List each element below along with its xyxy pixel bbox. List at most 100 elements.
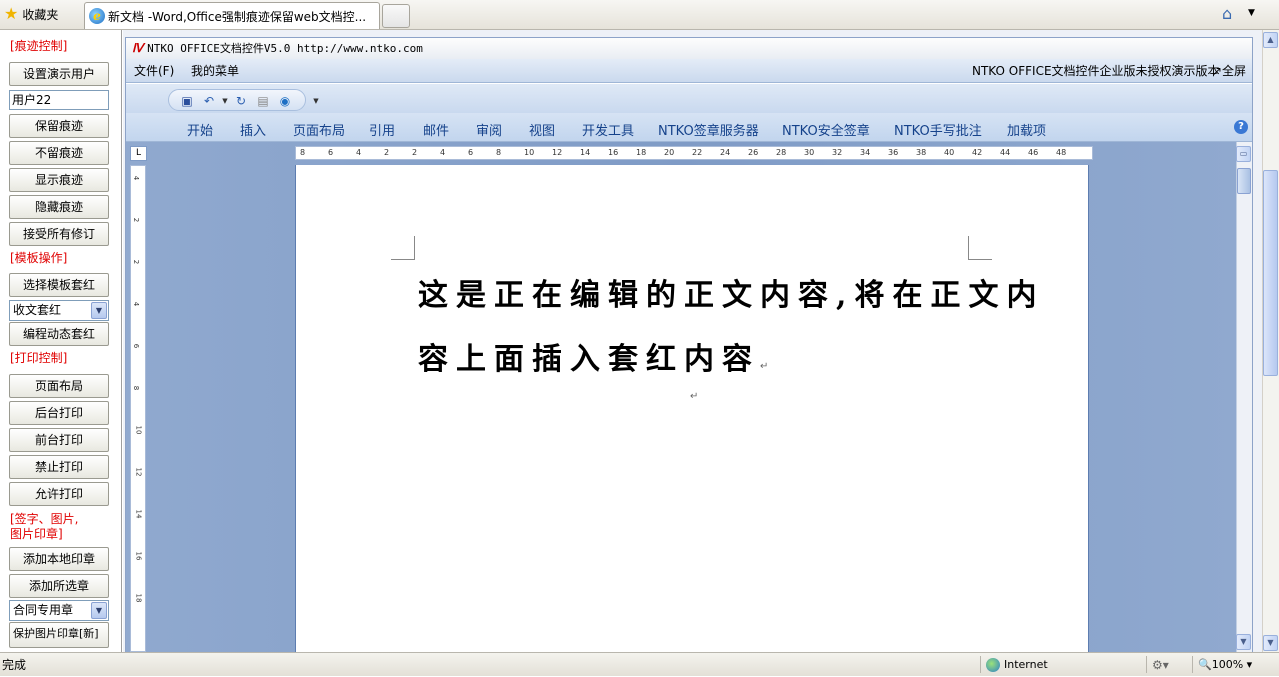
favorites-button[interactable]: ★ 收藏夹 — [4, 4, 58, 24]
ribbon-tab[interactable]: 开发工具 — [582, 120, 634, 139]
allow-print-button[interactable]: 允许打印 — [9, 482, 109, 506]
home-icon[interactable]: ⌂ — [1222, 4, 1232, 23]
status-divider — [1146, 656, 1147, 673]
ruler-tick-label: 6 — [468, 148, 474, 157]
customize-toolbar-icon[interactable]: ▼ — [309, 94, 323, 108]
ribbon-tab[interactable]: 插入 — [240, 120, 266, 139]
crop-mark — [391, 236, 415, 260]
ribbon-tab[interactable]: NTKO手写批注 — [894, 120, 982, 139]
ruler-tick-label: 14 — [134, 509, 143, 519]
seal-select-value: 合同专用章 — [13, 603, 74, 617]
document-scrollbar[interactable] — [1236, 142, 1252, 652]
zoom-control[interactable]: 🔍100% ▾ — [1198, 653, 1252, 677]
ribbon-tab[interactable]: 加载项 — [1007, 120, 1046, 139]
menu-file[interactable]: 文件(F) — [134, 59, 174, 83]
horizontal-ruler[interactable]: 8 6 4 2 2 4 6 8 10 12 14 16 18 20 22 24 26 28 30 32 34 36 38 40… — [295, 146, 1093, 160]
new-tab-button[interactable] — [382, 4, 410, 28]
ruler-tick-label: 42 — [972, 148, 983, 157]
accept-all-button[interactable]: 接受所有修订 — [9, 222, 109, 246]
chevron-down-icon: ▼ — [91, 302, 107, 319]
ruler-tick-label: 28 — [776, 148, 787, 157]
document-text-line2: 容上面插入套红内容 — [418, 342, 760, 377]
security-zone: Internet — [986, 653, 1048, 677]
browser-tab-active[interactable]: e 新文档 -Word,Office强制痕迹保留web文档控... — [84, 2, 380, 29]
ruler-tick-label: 2 — [384, 148, 390, 157]
ribbon-tab[interactable]: 引用 — [369, 120, 395, 139]
set-user-button[interactable]: 设置演示用户 — [9, 62, 109, 86]
ruler-tick-label: 32 — [832, 148, 843, 157]
background-print-button[interactable]: 后台打印 — [9, 401, 109, 425]
section-seal-label: [签字、图片, 图片印章] — [10, 512, 79, 542]
forbid-print-button[interactable]: 禁止打印 — [9, 455, 109, 479]
zoom-value: 100% — [1211, 658, 1244, 671]
choose-template-button[interactable]: 选择模板套红 — [9, 273, 109, 297]
ruler-tick-label: 4 — [132, 301, 141, 307]
ruler-tick-label: 18 — [134, 593, 143, 603]
scroll-up-arrow[interactable]: ▲ — [1263, 32, 1278, 48]
crop-mark — [968, 236, 992, 260]
document-text-line[interactable]: 这是正在编辑的正文内容,将在正文内 — [418, 274, 1044, 318]
section-print-label: [打印控制] — [10, 351, 68, 365]
ruler-tick-label: 2 — [132, 217, 141, 223]
undo-icon[interactable]: ↶ — [202, 94, 216, 108]
seal-select[interactable]: 合同专用章 ▼ — [9, 600, 109, 621]
ribbon-tab[interactable]: 审阅 — [476, 120, 502, 139]
protected-mode-icon[interactable]: ⚙▾ — [1152, 653, 1169, 677]
add-local-seal-button[interactable]: 添加本地印章 — [9, 547, 109, 571]
ruler-tick-label: 16 — [134, 551, 143, 561]
keep-revisions-button[interactable]: 保留痕迹 — [9, 114, 109, 138]
ruler-tick-label: 8 — [132, 385, 141, 391]
user-input[interactable]: 用户22 — [9, 90, 109, 110]
status-bar: 完成 Internet ⚙▾ 🔍100% ▾ — [0, 652, 1279, 676]
ruler-tick-label: 4 — [440, 148, 446, 157]
document-text-line[interactable]: 容上面插入套红内容↵ — [418, 338, 768, 389]
ribbon-tab[interactable]: 页面布局 — [293, 120, 345, 139]
magnifier-icon: 🔍 — [1198, 658, 1212, 671]
section-seal-line1: [签字、图片, — [10, 512, 79, 526]
ruler-tick-label: 34 — [860, 148, 871, 157]
foreground-print-button[interactable]: 前台打印 — [9, 428, 109, 452]
status-divider — [1192, 656, 1193, 673]
ruler-tick-label: 10 — [524, 148, 535, 157]
ribbon-tab[interactable]: 邮件 — [423, 120, 449, 139]
chevron-down-icon: ▼ — [91, 602, 107, 619]
show-revisions-button[interactable]: 显示痕迹 — [9, 168, 109, 192]
chevron-down-icon[interactable]: ▼ — [1248, 8, 1255, 18]
dynamic-template-button[interactable]: 编程动态套红 — [9, 322, 109, 346]
save-icon[interactable]: ▣ — [180, 94, 194, 108]
template-select-value: 收文套红 — [13, 303, 62, 317]
menu-my[interactable]: 我的菜单 — [191, 59, 239, 83]
ribbon-tab[interactable]: 视图 — [529, 120, 555, 139]
protect-image-seal-button[interactable]: 保护图片印章[新] — [9, 622, 109, 648]
web-icon[interactable]: ◉ — [278, 94, 292, 108]
fullscreen-button[interactable]: ↗全屏 — [1212, 59, 1246, 83]
ribbon-tab[interactable]: 开始 — [187, 120, 213, 139]
template-select[interactable]: 收文套红 ▼ — [9, 300, 109, 321]
redo-icon[interactable]: ↻ — [234, 94, 248, 108]
ruler-tick-label: 12 — [134, 467, 143, 477]
license-notice: NTKO OFFICE文档控件企业版未授权演示版本 — [972, 64, 1220, 78]
control-title: NTKO OFFICE文档控件V5.0 http://www.ntko.com — [147, 42, 423, 55]
page-layout-button[interactable]: 页面布局 — [9, 374, 109, 398]
help-icon[interactable]: ? — [1234, 120, 1248, 134]
print-preview-icon[interactable]: ▤ — [256, 94, 270, 108]
vertical-ruler[interactable]: 4 2 2 4 6 8 10 12 14 16 18 — [130, 165, 146, 652]
ruler-tick-label: 18 — [636, 148, 647, 157]
status-divider — [980, 656, 981, 673]
ruler-tick-label: 4 — [356, 148, 362, 157]
split-view-icon[interactable]: ▭ — [1236, 146, 1251, 162]
page-scroll-thumb[interactable] — [1263, 170, 1278, 376]
tab-selector[interactable]: L — [130, 146, 147, 161]
ribbon-tab[interactable]: NTKO安全签章 — [782, 120, 870, 139]
document-scroll-thumb[interactable] — [1237, 168, 1251, 194]
section-seal-line2: 图片印章] — [10, 527, 63, 541]
add-selected-seal-button[interactable]: 添加所选章 — [9, 574, 109, 598]
ruler-tick-label: 36 — [888, 148, 899, 157]
chevron-down-icon[interactable]: ▼ — [218, 94, 232, 108]
scroll-down-arrow[interactable]: ▼ — [1263, 635, 1278, 651]
hide-revisions-button[interactable]: 隐藏痕迹 — [9, 195, 109, 219]
ribbon-tab[interactable]: NTKO签章服务器 — [658, 120, 759, 139]
ruler-tick-label: 24 — [720, 148, 731, 157]
no-revisions-button[interactable]: 不留痕迹 — [9, 141, 109, 165]
scroll-down-arrow[interactable]: ▼ — [1236, 634, 1251, 650]
